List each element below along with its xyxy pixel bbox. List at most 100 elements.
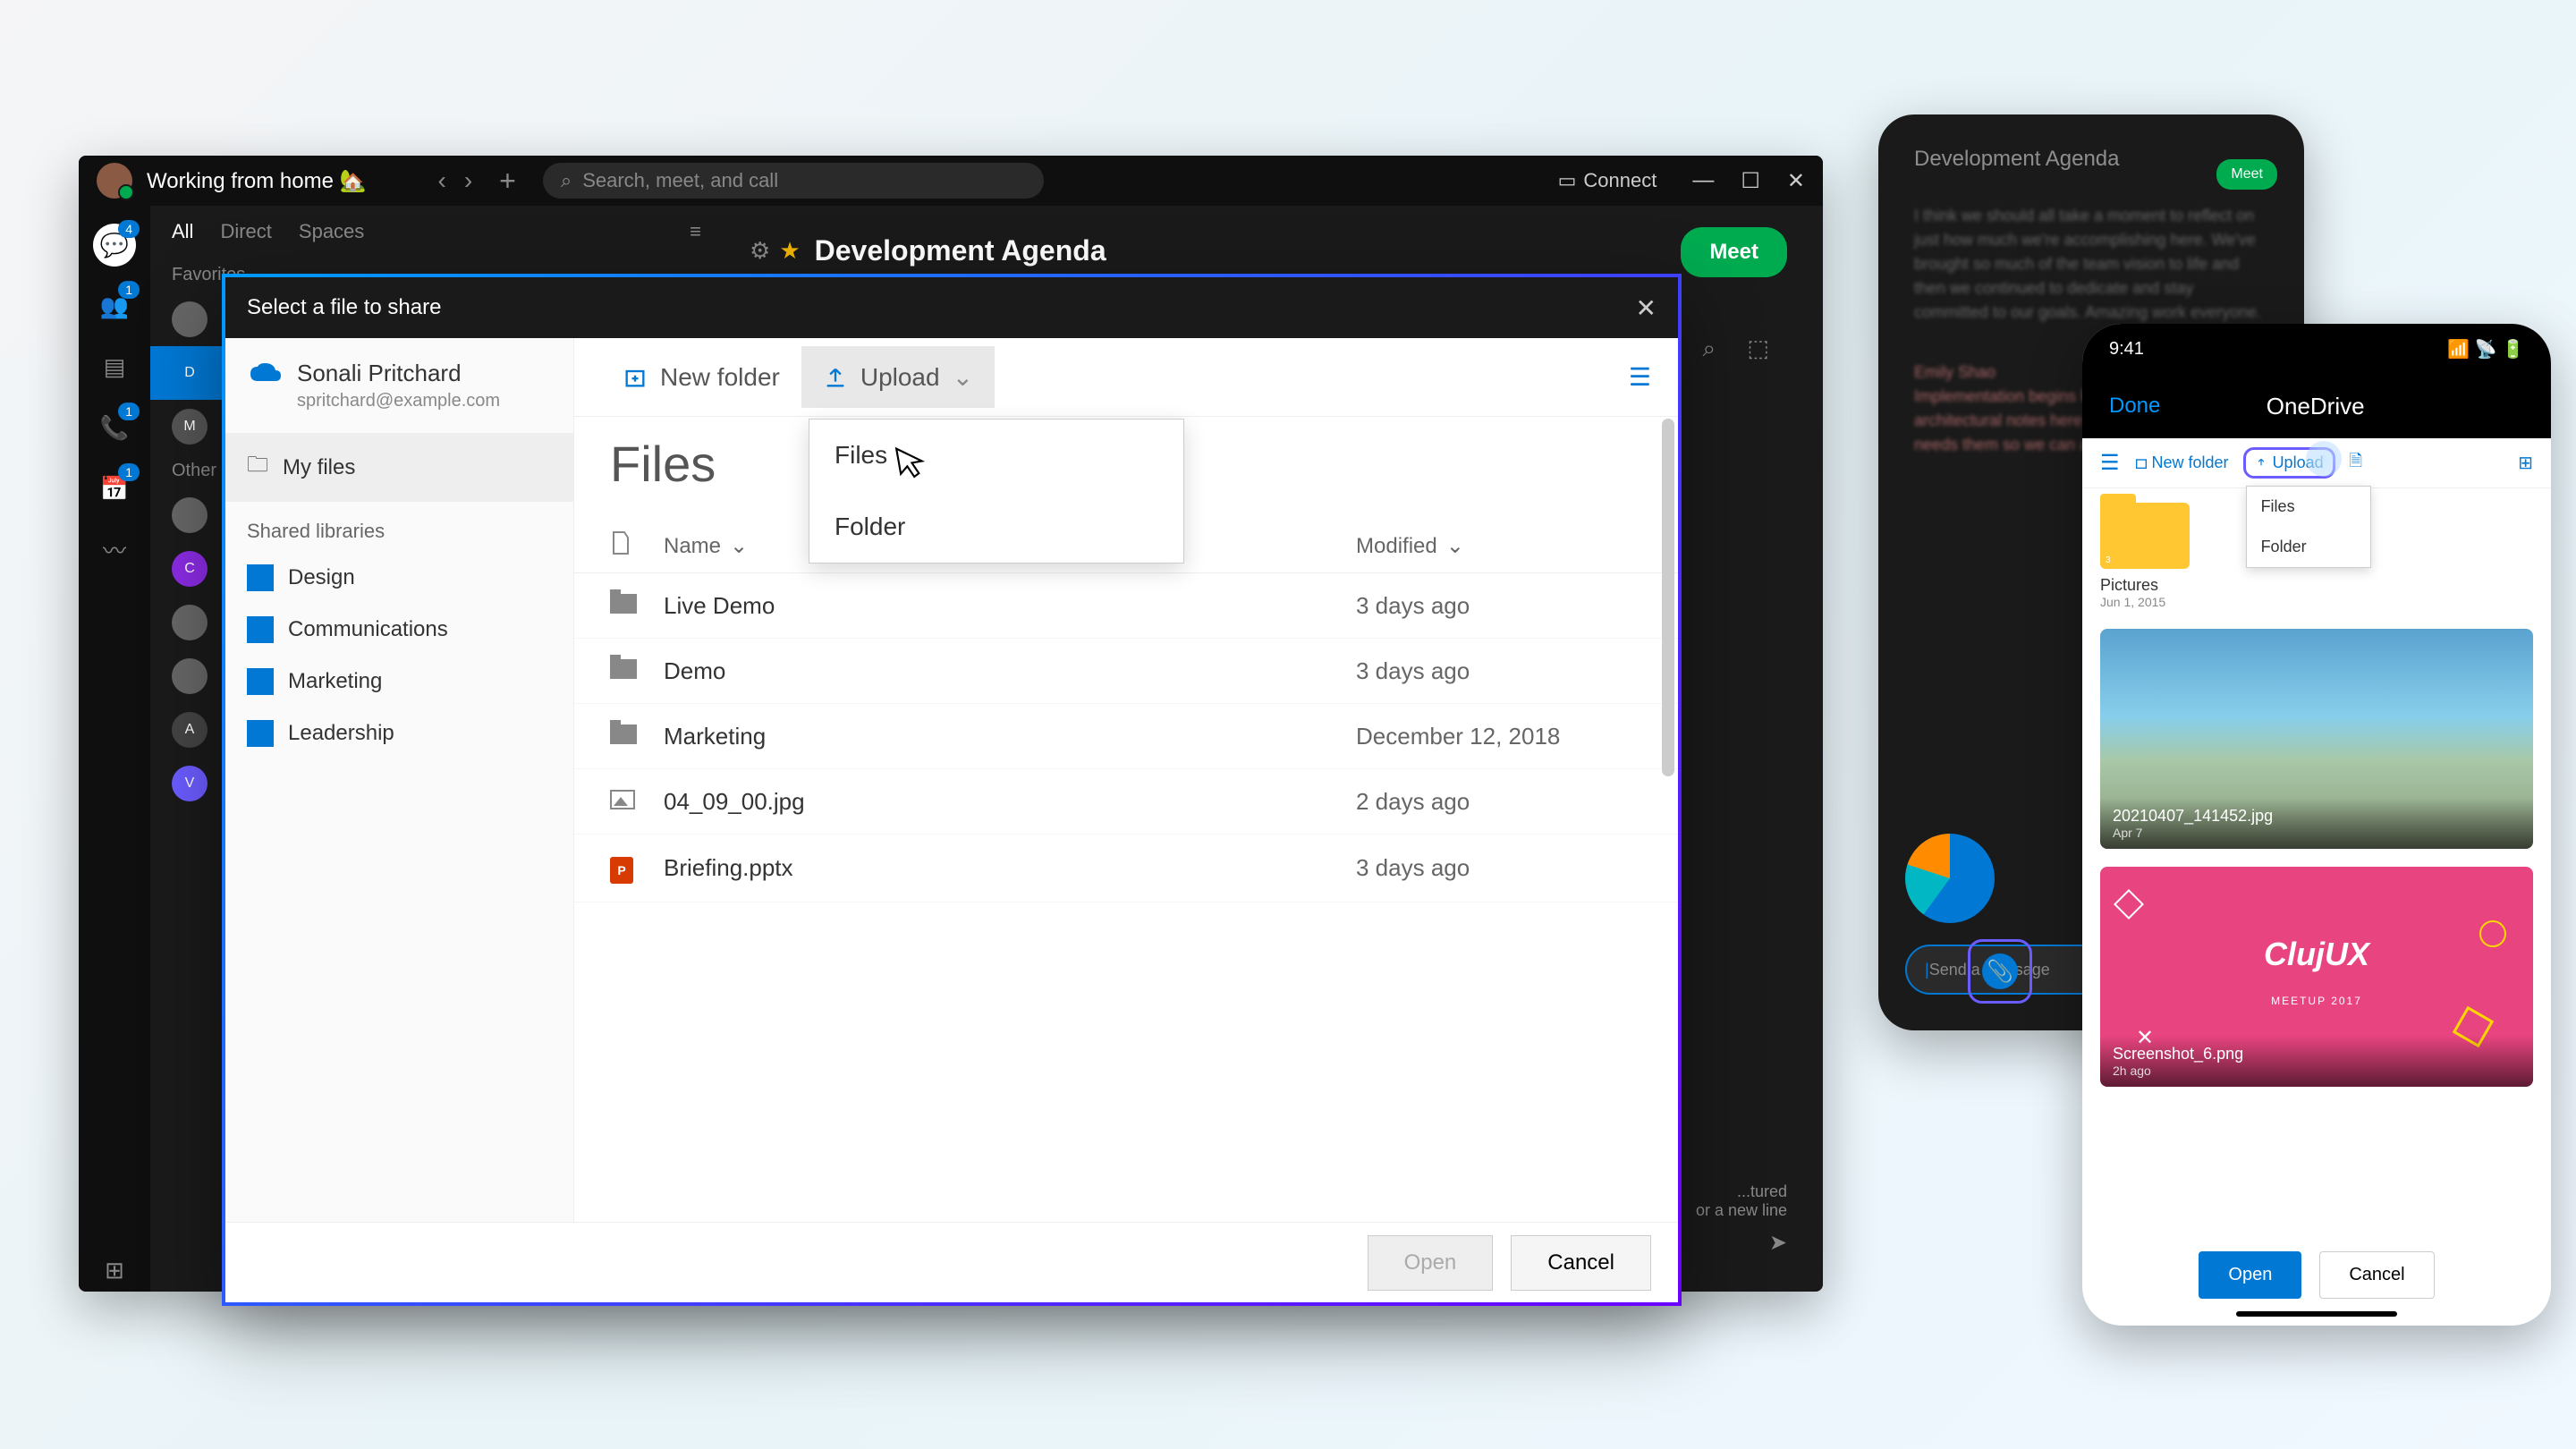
nav-arrows: ‹ ›	[438, 166, 473, 195]
cluj-subtitle: MEETUP 2017	[2271, 995, 2362, 1007]
hint-text: ...turedor a new line	[1696, 1182, 1787, 1220]
modal-title: Select a file to share	[247, 295, 441, 320]
library-communications[interactable]: Communications	[225, 604, 573, 656]
close-icon[interactable]: ✕	[1787, 168, 1805, 194]
phone-upload-button[interactable]: Upload Files Folder	[2243, 447, 2335, 479]
library-leadership[interactable]: Leadership	[225, 708, 573, 759]
phone-cancel-button[interactable]: Cancel	[2319, 1251, 2434, 1299]
phone-newfolder-icon[interactable]: New folder	[2134, 453, 2229, 472]
tab-spaces[interactable]: Spaces	[299, 220, 364, 243]
grid-view-icon[interactable]: ⊞	[2518, 452, 2533, 474]
new-folder-button[interactable]: New folder	[601, 347, 801, 408]
phone-title: OneDrive	[2160, 393, 2470, 420]
phone-attach-button[interactable]: 📎	[1968, 939, 2032, 1004]
phone-signal-icons: 📶 📡 🔋	[2447, 338, 2524, 360]
search-placeholder: Search, meet, and call	[582, 169, 778, 192]
image-label: 20210407_141452.jpgApr 7	[2100, 798, 2533, 849]
phone-folder-item[interactable]: 3 Pictures Jun 1, 2015	[2100, 503, 2190, 609]
filter-icon[interactable]: ≡	[690, 220, 701, 243]
phone-toolbar: ☰ New folder Upload Files Folder 🗎 ⊞	[2082, 438, 2551, 488]
close-icon[interactable]: ✕	[1636, 293, 1657, 323]
powerpoint-icon: P	[610, 857, 633, 884]
dropdown-files[interactable]: Files	[809, 419, 1183, 491]
cancel-button[interactable]: Cancel	[1511, 1235, 1651, 1291]
calendar-icon[interactable]: 📅1	[93, 467, 136, 510]
phone-image-item[interactable]: ✕ ClujUX MEETUP 2017 Screenshot_6.png2h …	[2100, 867, 2533, 1087]
my-files-item[interactable]: 🗀 My files	[225, 433, 573, 502]
chevron-down-icon: ⌄	[1446, 533, 1464, 559]
hamburger-icon[interactable]: ☰	[2100, 450, 2120, 476]
gear-icon[interactable]: ⚙	[750, 237, 770, 265]
phone-light: 9:41 📶 📡 🔋 Done OneDrive ☰ New folder Up…	[2082, 324, 2551, 1326]
status-text[interactable]: Working from home 🏡	[147, 168, 367, 194]
upload-icon	[2255, 457, 2267, 470]
folder-icon: 🗀	[247, 449, 268, 486]
tab-direct[interactable]: Direct	[220, 220, 271, 243]
dropdown-folder[interactable]: Folder	[809, 491, 1183, 563]
phone-image-item[interactable]: 20210407_141452.jpgApr 7	[2100, 629, 2533, 849]
user-email: spritchard@example.com	[297, 391, 500, 411]
file-row[interactable]: MarketingDecember 12, 2018	[574, 704, 1678, 769]
upload-icon	[823, 365, 848, 390]
toolbar: New folder Upload ⌄ ☰	[574, 338, 1678, 417]
connect-button[interactable]: ▭ Connect	[1558, 169, 1657, 192]
phone-dd-files[interactable]: Files	[2247, 487, 2370, 527]
phone-time: 9:41	[2109, 339, 2144, 360]
minimize-icon[interactable]: —	[1692, 168, 1714, 194]
plus-icon[interactable]: +	[499, 165, 516, 198]
library-design[interactable]: Design	[225, 552, 573, 604]
phone-content: 3 Pictures Jun 1, 2015 20210407_141452.j…	[2082, 488, 2551, 1101]
modal-titlebar: Select a file to share ✕	[225, 277, 1678, 338]
done-button[interactable]: Done	[2109, 394, 2160, 419]
phone-open-button[interactable]: Open	[2199, 1251, 2301, 1299]
modal-footer: Open Cancel	[225, 1222, 1678, 1302]
file-row[interactable]: Live Demo3 days ago	[574, 573, 1678, 639]
home-indicator[interactable]	[2236, 1311, 2397, 1317]
phone-meet-button[interactable]: Meet	[2216, 159, 2277, 190]
phone-file-icon[interactable]: 🗎	[2350, 450, 2362, 477]
upload-button[interactable]: Upload ⌄	[801, 346, 995, 408]
folder-icon	[610, 594, 637, 614]
phone-space-title: Development Agenda	[1914, 147, 2120, 172]
star-icon[interactable]: ★	[779, 237, 800, 265]
user-avatar[interactable]	[97, 163, 132, 199]
send-icon[interactable]: ➤	[1769, 1230, 1787, 1256]
user-block: Sonali Pritchard spritchard@example.com	[225, 338, 573, 433]
meet-button[interactable]: Meet	[1681, 227, 1787, 277]
search-space-icon[interactable]: ⌕	[1702, 335, 1716, 363]
phone-chart-preview	[1905, 834, 1995, 923]
file-row[interactable]: Demo3 days ago	[574, 639, 1678, 704]
analytics-icon[interactable]: 〰	[93, 528, 136, 571]
scrollbar[interactable]	[1662, 419, 1674, 776]
chevron-down-icon: ⌄	[730, 533, 748, 559]
image-icon	[610, 790, 635, 809]
back-icon[interactable]: ‹	[438, 166, 446, 195]
search-input[interactable]: ⌕ Search, meet, and call	[543, 163, 1044, 199]
shared-libraries-header: Shared libraries	[225, 502, 573, 552]
teams-icon[interactable]: 👥1	[93, 284, 136, 327]
file-row[interactable]: 04_09_00.jpg2 days ago	[574, 769, 1678, 835]
phone-upload-dropdown: Files Folder	[2246, 486, 2371, 568]
chat-icon[interactable]: 💬4	[93, 224, 136, 267]
folder-icon: 3	[2100, 503, 2190, 569]
nav-tabs: All Direct Spaces ≡	[150, 206, 723, 258]
col-modified[interactable]: Modified⌄	[1356, 530, 1642, 562]
apps-icon[interactable]: ⊞	[93, 1249, 136, 1292]
contacts-icon[interactable]: ▤	[93, 345, 136, 388]
phone-dd-folder[interactable]: Folder	[2247, 527, 2370, 567]
cluj-logo: ClujUX	[2264, 936, 2369, 973]
picker-sidebar: Sonali Pritchard spritchard@example.com …	[225, 338, 574, 1222]
file-row[interactable]: PBriefing.pptx3 days ago	[574, 835, 1678, 902]
space-title: Development Agenda	[815, 234, 1106, 267]
tab-all[interactable]: All	[172, 220, 193, 243]
calls-icon[interactable]: 📞1	[93, 406, 136, 449]
forward-icon[interactable]: ›	[464, 166, 472, 195]
library-marketing[interactable]: Marketing	[225, 656, 573, 708]
whiteboard-icon[interactable]: ⬚	[1747, 335, 1769, 362]
phone-footer: Open Cancel	[2082, 1251, 2551, 1299]
view-toggle-icon[interactable]: ☰	[1629, 362, 1651, 392]
onedrive-icon	[247, 360, 283, 385]
folder-icon	[610, 659, 637, 679]
maximize-icon[interactable]: ☐	[1741, 168, 1760, 194]
library-icon	[247, 616, 274, 643]
